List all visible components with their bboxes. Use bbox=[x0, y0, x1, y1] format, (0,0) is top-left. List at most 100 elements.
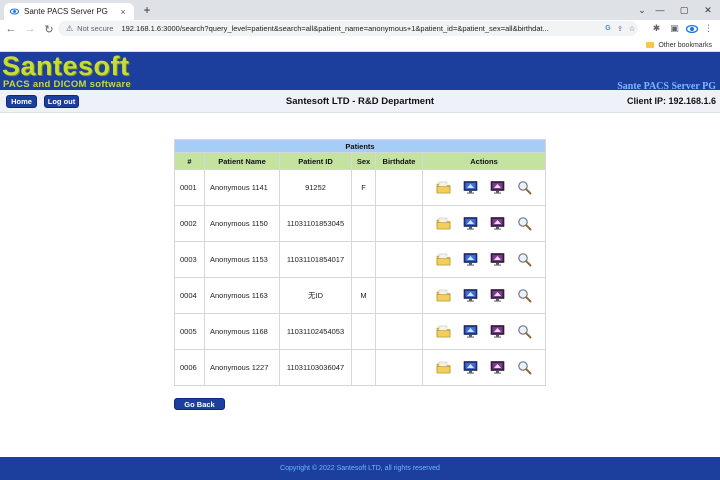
row-number: 0002 bbox=[174, 205, 205, 242]
magnifier-icon[interactable] bbox=[517, 360, 532, 375]
monitor-image-icon[interactable] bbox=[490, 216, 505, 231]
monitor-image-icon[interactable] bbox=[490, 360, 505, 375]
logo: Santesoft bbox=[2, 51, 130, 81]
google-icon[interactable]: G bbox=[602, 25, 614, 32]
patient-id-cell: 11031102454053 bbox=[279, 313, 352, 350]
other-bookmarks-folder[interactable]: Other bookmarks bbox=[646, 39, 712, 51]
app-header: Santesoft PACS and DICOM software Sante … bbox=[0, 51, 720, 92]
patient-id-cell: 11031103036047 bbox=[279, 349, 352, 386]
row-number: 0004 bbox=[174, 277, 205, 314]
monitor-image-icon[interactable] bbox=[490, 180, 505, 195]
folder-icon[interactable] bbox=[436, 360, 451, 375]
birthdate-cell bbox=[375, 205, 423, 242]
go-back-button[interactable]: Go Back bbox=[174, 398, 225, 410]
back-arrow-icon[interactable]: ← bbox=[3, 21, 19, 37]
share-icon[interactable]: ⇪ bbox=[614, 25, 626, 33]
browser-tab[interactable]: Sante PACS Server PG × bbox=[4, 3, 134, 20]
folder-icon[interactable] bbox=[436, 180, 451, 195]
row-number: 0005 bbox=[174, 313, 205, 350]
magnifier-icon[interactable] bbox=[517, 252, 532, 267]
birthdate-cell bbox=[375, 313, 423, 350]
monitor-study-icon[interactable] bbox=[463, 288, 478, 303]
actions-cell bbox=[422, 241, 546, 278]
patients-table: Patients # Patient Name Patient ID Sex B… bbox=[174, 139, 546, 386]
column-header-birthdate: Birthdate bbox=[375, 152, 423, 170]
patient-id-cell: 11031101853045 bbox=[279, 205, 352, 242]
column-header-actions: Actions bbox=[422, 152, 546, 170]
magnifier-icon[interactable] bbox=[517, 180, 532, 195]
table-row[interactable]: 0005 Anonymous 1168 11031102454053 bbox=[174, 313, 546, 350]
sex-cell: F bbox=[351, 169, 376, 206]
menu-kebab-icon[interactable]: ⋮ bbox=[702, 22, 715, 35]
patient-id-cell: 11031101854017 bbox=[279, 241, 352, 278]
monitor-study-icon[interactable] bbox=[463, 216, 478, 231]
table-row[interactable]: 0006 Anonymous 1227 11031103036047 bbox=[174, 349, 546, 386]
folder-icon[interactable] bbox=[436, 288, 451, 303]
monitor-study-icon[interactable] bbox=[463, 252, 478, 267]
new-tab-button[interactable]: + bbox=[140, 3, 154, 17]
sex-cell: M bbox=[351, 277, 376, 314]
magnifier-icon[interactable] bbox=[517, 324, 532, 339]
eye-favicon-icon bbox=[10, 7, 19, 16]
bookmark-star-icon[interactable]: ☆ bbox=[626, 25, 638, 33]
folder-icon[interactable] bbox=[436, 252, 451, 267]
actions-cell bbox=[422, 205, 546, 242]
browser-tabstrip: Sante PACS Server PG × + ⌄ — ▢ ✕ bbox=[0, 0, 720, 20]
patient-id-cell: 91252 bbox=[279, 169, 352, 206]
birthdate-cell bbox=[375, 169, 423, 206]
other-bookmarks-label: Other bookmarks bbox=[658, 41, 712, 49]
folder-icon[interactable] bbox=[436, 324, 451, 339]
footer: Copyright © 2022 Santesoft LTD, all righ… bbox=[0, 457, 720, 480]
forward-arrow-icon[interactable]: → bbox=[22, 21, 38, 37]
monitor-image-icon[interactable] bbox=[490, 252, 505, 267]
column-header-sex: Sex bbox=[351, 152, 376, 170]
table-caption: Patients bbox=[174, 139, 546, 153]
column-header-patient-name: Patient Name bbox=[204, 152, 280, 170]
side-panel-icon[interactable]: ▣ bbox=[668, 22, 681, 35]
maximize-icon[interactable]: ▢ bbox=[672, 0, 696, 20]
security-label: Not secure bbox=[77, 24, 114, 33]
row-number: 0006 bbox=[174, 349, 205, 386]
actions-cell bbox=[422, 313, 546, 350]
row-number: 0001 bbox=[174, 169, 205, 206]
url-text[interactable]: 192.168.1.6:3000/search?query_level=pati… bbox=[121, 24, 602, 33]
sex-cell bbox=[351, 241, 376, 278]
warning-icon: ⚠ bbox=[66, 24, 74, 33]
table-row[interactable]: 0002 Anonymous 1150 11031101853045 bbox=[174, 205, 546, 242]
reload-icon[interactable]: ↻ bbox=[41, 21, 57, 37]
folder-icon bbox=[646, 42, 655, 48]
sex-cell bbox=[351, 205, 376, 242]
copyright-text: Copyright © 2022 Santesoft LTD, all righ… bbox=[280, 465, 440, 472]
patient-id-cell: 无ID bbox=[279, 277, 352, 314]
table-row[interactable]: 0004 Anonymous 1163 无ID M bbox=[174, 277, 546, 314]
patient-name-cell: Anonymous 1153 bbox=[204, 241, 280, 278]
eye-extension-icon[interactable] bbox=[685, 22, 698, 35]
monitor-image-icon[interactable] bbox=[490, 324, 505, 339]
actions-cell bbox=[422, 169, 546, 206]
close-window-icon[interactable]: ✕ bbox=[696, 0, 720, 20]
monitor-study-icon[interactable] bbox=[463, 180, 478, 195]
monitor-study-icon[interactable] bbox=[463, 360, 478, 375]
tab-title: Sante PACS Server PG bbox=[24, 7, 108, 16]
organization-title: Santesoft LTD - R&D Department bbox=[285, 96, 435, 107]
logo-subtitle: PACS and DICOM software bbox=[3, 79, 132, 90]
monitor-image-icon[interactable] bbox=[490, 288, 505, 303]
folder-icon[interactable] bbox=[436, 216, 451, 231]
patient-name-cell: Anonymous 1150 bbox=[204, 205, 280, 242]
monitor-study-icon[interactable] bbox=[463, 324, 478, 339]
birthdate-cell bbox=[375, 277, 423, 314]
extensions-puzzle-icon[interactable]: ✱ bbox=[650, 22, 663, 35]
magnifier-icon[interactable] bbox=[517, 288, 532, 303]
minimize-icon[interactable]: — bbox=[648, 0, 672, 20]
bookmarks-bar: Other bookmarks bbox=[0, 38, 720, 52]
patient-name-cell: Anonymous 1163 bbox=[204, 277, 280, 314]
table-row[interactable]: 0001 Anonymous 1141 91252 F bbox=[174, 169, 546, 206]
actions-cell bbox=[422, 349, 546, 386]
magnifier-icon[interactable] bbox=[517, 216, 532, 231]
patient-name-cell: Anonymous 1227 bbox=[204, 349, 280, 386]
sex-cell bbox=[351, 349, 376, 386]
table-row[interactable]: 0003 Anonymous 1153 11031101854017 bbox=[174, 241, 546, 278]
row-number: 0003 bbox=[174, 241, 205, 278]
address-bar[interactable]: ⚠ Not secure 192.168.1.6:3000/search?que… bbox=[58, 21, 638, 36]
tab-close-icon[interactable]: × bbox=[118, 7, 128, 17]
